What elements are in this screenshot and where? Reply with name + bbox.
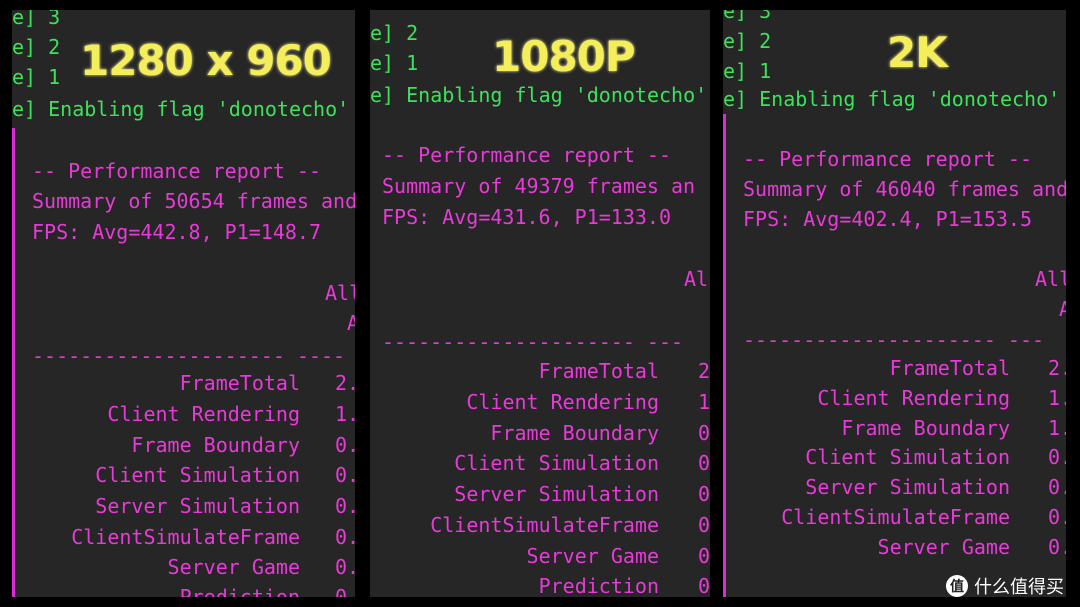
counter-value: 1 [698,390,710,414]
console-line: e] 2 [370,21,419,45]
counter-name: FrameTotal [889,356,1010,380]
counter-name: ClientSimulateFrame [781,505,1010,529]
column-header: All [325,281,355,305]
console-line: e] 2 [12,35,61,59]
panel-2k: e] 3 e] 2 e] 1 e] Enabling flag 'donotec… [723,10,1066,597]
console-line: e] Enabling flag 'donotecho' [12,97,350,121]
resolution-label: 1080P [492,32,636,81]
counter-value: 0. [1048,445,1066,469]
column-header: All [1035,267,1066,291]
report-title: -- Performance report -- [743,147,1032,171]
console-line: e] 2 [723,29,772,53]
counter-value: 0. [335,433,355,457]
fps-line: FPS: Avg=431.6, P1=133.0 [382,205,671,229]
counter-name: Server Game [526,544,659,568]
counter-value: 0. [1048,475,1066,499]
counter-name: ClientSimulateFrame [71,525,300,549]
counter-value: 0 [698,482,710,506]
fps-line: FPS: Avg=402.4, P1=153.5 [743,207,1032,231]
column-header: A [1059,297,1066,321]
counter-name: Prediction [179,585,300,597]
watermark-text: 什么值得买 [974,577,1064,598]
report-title: -- Performance report -- [32,159,321,183]
counter-name: Client Rendering [466,390,659,414]
counter-name: Server Game [877,535,1010,559]
summary-line: Summary of 50654 frames and [32,189,355,213]
counter-name: Server Simulation [454,482,659,506]
panel-1080p: e] 2 e] 1 e] Enabling flag 'donotecho' 1… [370,10,710,597]
counter-value: 0. [335,555,355,579]
resolution-label: 2K [887,28,948,77]
divider: --------------------- --- [382,330,684,354]
counter-name: Server Game [167,555,300,579]
counter-value: 0. [335,494,355,518]
console-line: e] Enabling flag 'donotecho' [370,83,708,107]
counter-name: FrameTotal [538,359,659,383]
console-line: e] 1 [12,65,61,89]
console-line: e] 1 [370,51,419,75]
counter-value: 1. [1048,386,1066,410]
counter-value: 0 [698,544,710,568]
counter-value: 0 [698,513,710,537]
console-line: e] Enabling flag 'donotecho' [723,87,1061,111]
divider: --------------------- --- [743,328,1045,352]
counter-value: 0 [698,421,710,445]
console-margin-bar [723,114,726,597]
console-line: e] 1 [723,59,772,83]
counter-name: ClientSimulateFrame [430,513,659,537]
counter-name: Server Simulation [805,475,1010,499]
counter-value: 0. [1048,535,1066,559]
counter-value: 0 [335,585,348,597]
counter-name: Client Simulation [454,451,659,475]
fps-line: FPS: Avg=442.8, P1=148.7 [32,220,321,244]
resolution-label: 1280 x 960 [80,36,332,85]
panel-1280x960: e] 3 e] 2 e] 1 e] Enabling flag 'donotec… [12,10,355,597]
counter-value: 1. [335,402,355,426]
column-header: A [347,311,355,335]
counter-name: Prediction [538,574,659,597]
counter-value: 0. [1048,505,1066,529]
counter-name: Frame Boundary [490,421,659,445]
column-header: Al [684,267,709,291]
counter-value: 0. [335,463,355,487]
console-margin-bar [12,128,15,597]
counter-value: 2. [1048,356,1066,380]
summary-line: Summary of 46040 frames and [743,177,1066,201]
counter-name: Client Rendering [107,402,300,426]
console-line: e] 3 [12,10,61,29]
counter-name: Frame Boundary [841,416,1010,440]
counter-name: Client Rendering [817,386,1010,410]
watermark: 值 什么值得买 [946,573,1064,599]
counter-value: 0. [335,525,355,549]
divider: --------------------- ---- [32,344,346,368]
watermark-logo-icon: 值 [946,575,968,597]
counter-name: Client Simulation [805,445,1010,469]
counter-value: 0 [698,574,710,597]
counter-value: 1. [1048,416,1066,440]
report-title: -- Performance report -- [382,143,671,167]
counter-name: FrameTotal [179,371,300,395]
counter-value: 0 [698,451,710,475]
console-line: e] 3 [723,10,772,23]
counter-name: Client Simulation [95,463,300,487]
counter-name: Server Simulation [95,494,300,518]
counter-value: 2. [335,371,355,395]
counter-value: 2 [698,359,710,383]
counter-name: Frame Boundary [131,433,300,457]
summary-line: Summary of 49379 frames an [382,174,696,198]
